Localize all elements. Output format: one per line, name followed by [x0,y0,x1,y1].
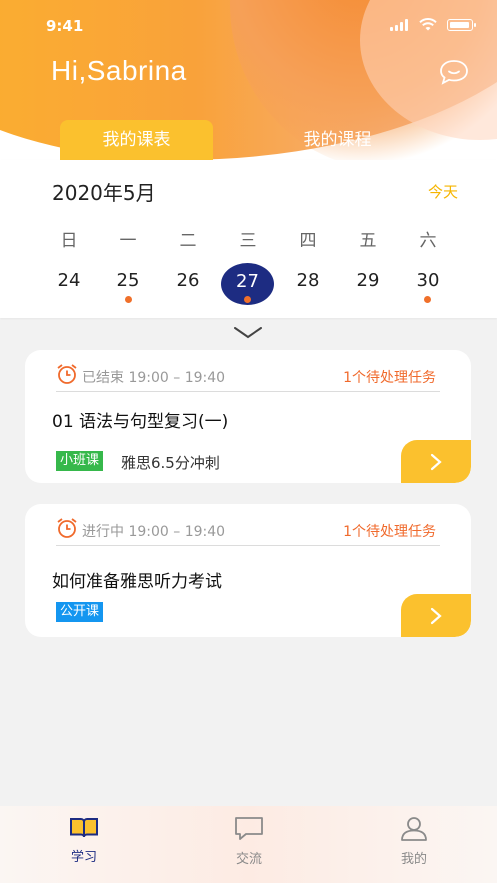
book-icon [70,818,98,838]
chevron-right-icon [430,453,442,471]
class-title: 01 语法与句型复习(一) [52,412,229,432]
battery-icon [447,19,476,31]
chevron-right-icon [430,607,442,625]
pending-tasks[interactable]: 1个待处理任务 [343,521,436,541]
event-dot [244,296,251,303]
chat-bubble-icon[interactable] [438,58,470,86]
weekday-sat: 六 [419,231,437,251]
nav-item-study[interactable]: 学习 [54,816,114,865]
day-cell-selected[interactable]: 27 [221,271,274,292]
greeting: Hi,Sabrina [51,55,187,86]
class-status: 已结束 19:00 – 19:40 [82,370,226,386]
divider [56,545,440,546]
weekday-wed: 三 [239,231,257,251]
alarm-clock-icon [57,364,77,384]
day-cell[interactable]: 29 [348,270,388,291]
class-card[interactable]: 进行中 19:00 – 19:40 1个待处理任务 如何准备雅思听力考试 公开课 [25,504,471,637]
class-type-badge: 小班课 [56,451,104,471]
status-time: 9:41 [46,17,84,35]
tab-my-schedule[interactable]: 我的课表 [60,120,213,160]
day-cell[interactable]: 25 [108,270,148,291]
status-bar: 9:41 [0,14,497,38]
class-type-badge: 公开课 [56,602,104,622]
class-status: 进行中 19:00 – 19:40 [82,524,226,540]
event-dot [424,296,431,303]
chat-icon [235,817,263,840]
nav-item-me[interactable]: 我的 [384,816,444,867]
divider [56,391,440,392]
day-cell[interactable]: 24 [49,270,89,291]
enter-class-button[interactable] [401,594,471,637]
wifi-icon [419,18,437,31]
nav-label-me: 我的 [400,852,427,867]
weekday-fri: 五 [359,231,377,251]
weekday-mon: 一 [119,231,137,251]
tab-my-courses[interactable]: 我的课程 [290,120,385,160]
pending-tasks[interactable]: 1个待处理任务 [343,367,436,387]
class-card[interactable]: 已结束 19:00 – 19:40 1个待处理任务 01 语法与句型复习(一) … [25,350,471,483]
day-cell[interactable]: 28 [288,270,328,291]
month-label: 2020年5月 [52,181,156,205]
event-dot [125,296,132,303]
weekday-thu: 四 [299,231,317,251]
signal-icon [390,19,408,31]
alarm-clock-icon [57,518,77,538]
class-title: 如何准备雅思听力考试 [52,572,222,592]
schedule-tabs: 我的课表 我的课程 [0,118,497,160]
nav-label-study: 学习 [70,850,97,865]
day-cell[interactable]: 26 [168,270,208,291]
weekday-tue: 二 [179,231,197,251]
enter-class-button[interactable] [401,440,471,483]
day-cell[interactable]: 30 [408,270,448,291]
chevron-down-icon[interactable] [233,325,263,341]
today-button[interactable]: 今天 [428,181,458,202]
nav-item-community[interactable]: 交流 [219,816,279,867]
weekday-sun: 日 [60,231,78,251]
nav-label-community: 交流 [235,852,262,867]
user-icon [401,817,427,841]
bottom-nav: 学习 交流 我的 [0,806,497,883]
course-name: 雅思6.5分冲刺 [121,454,220,472]
